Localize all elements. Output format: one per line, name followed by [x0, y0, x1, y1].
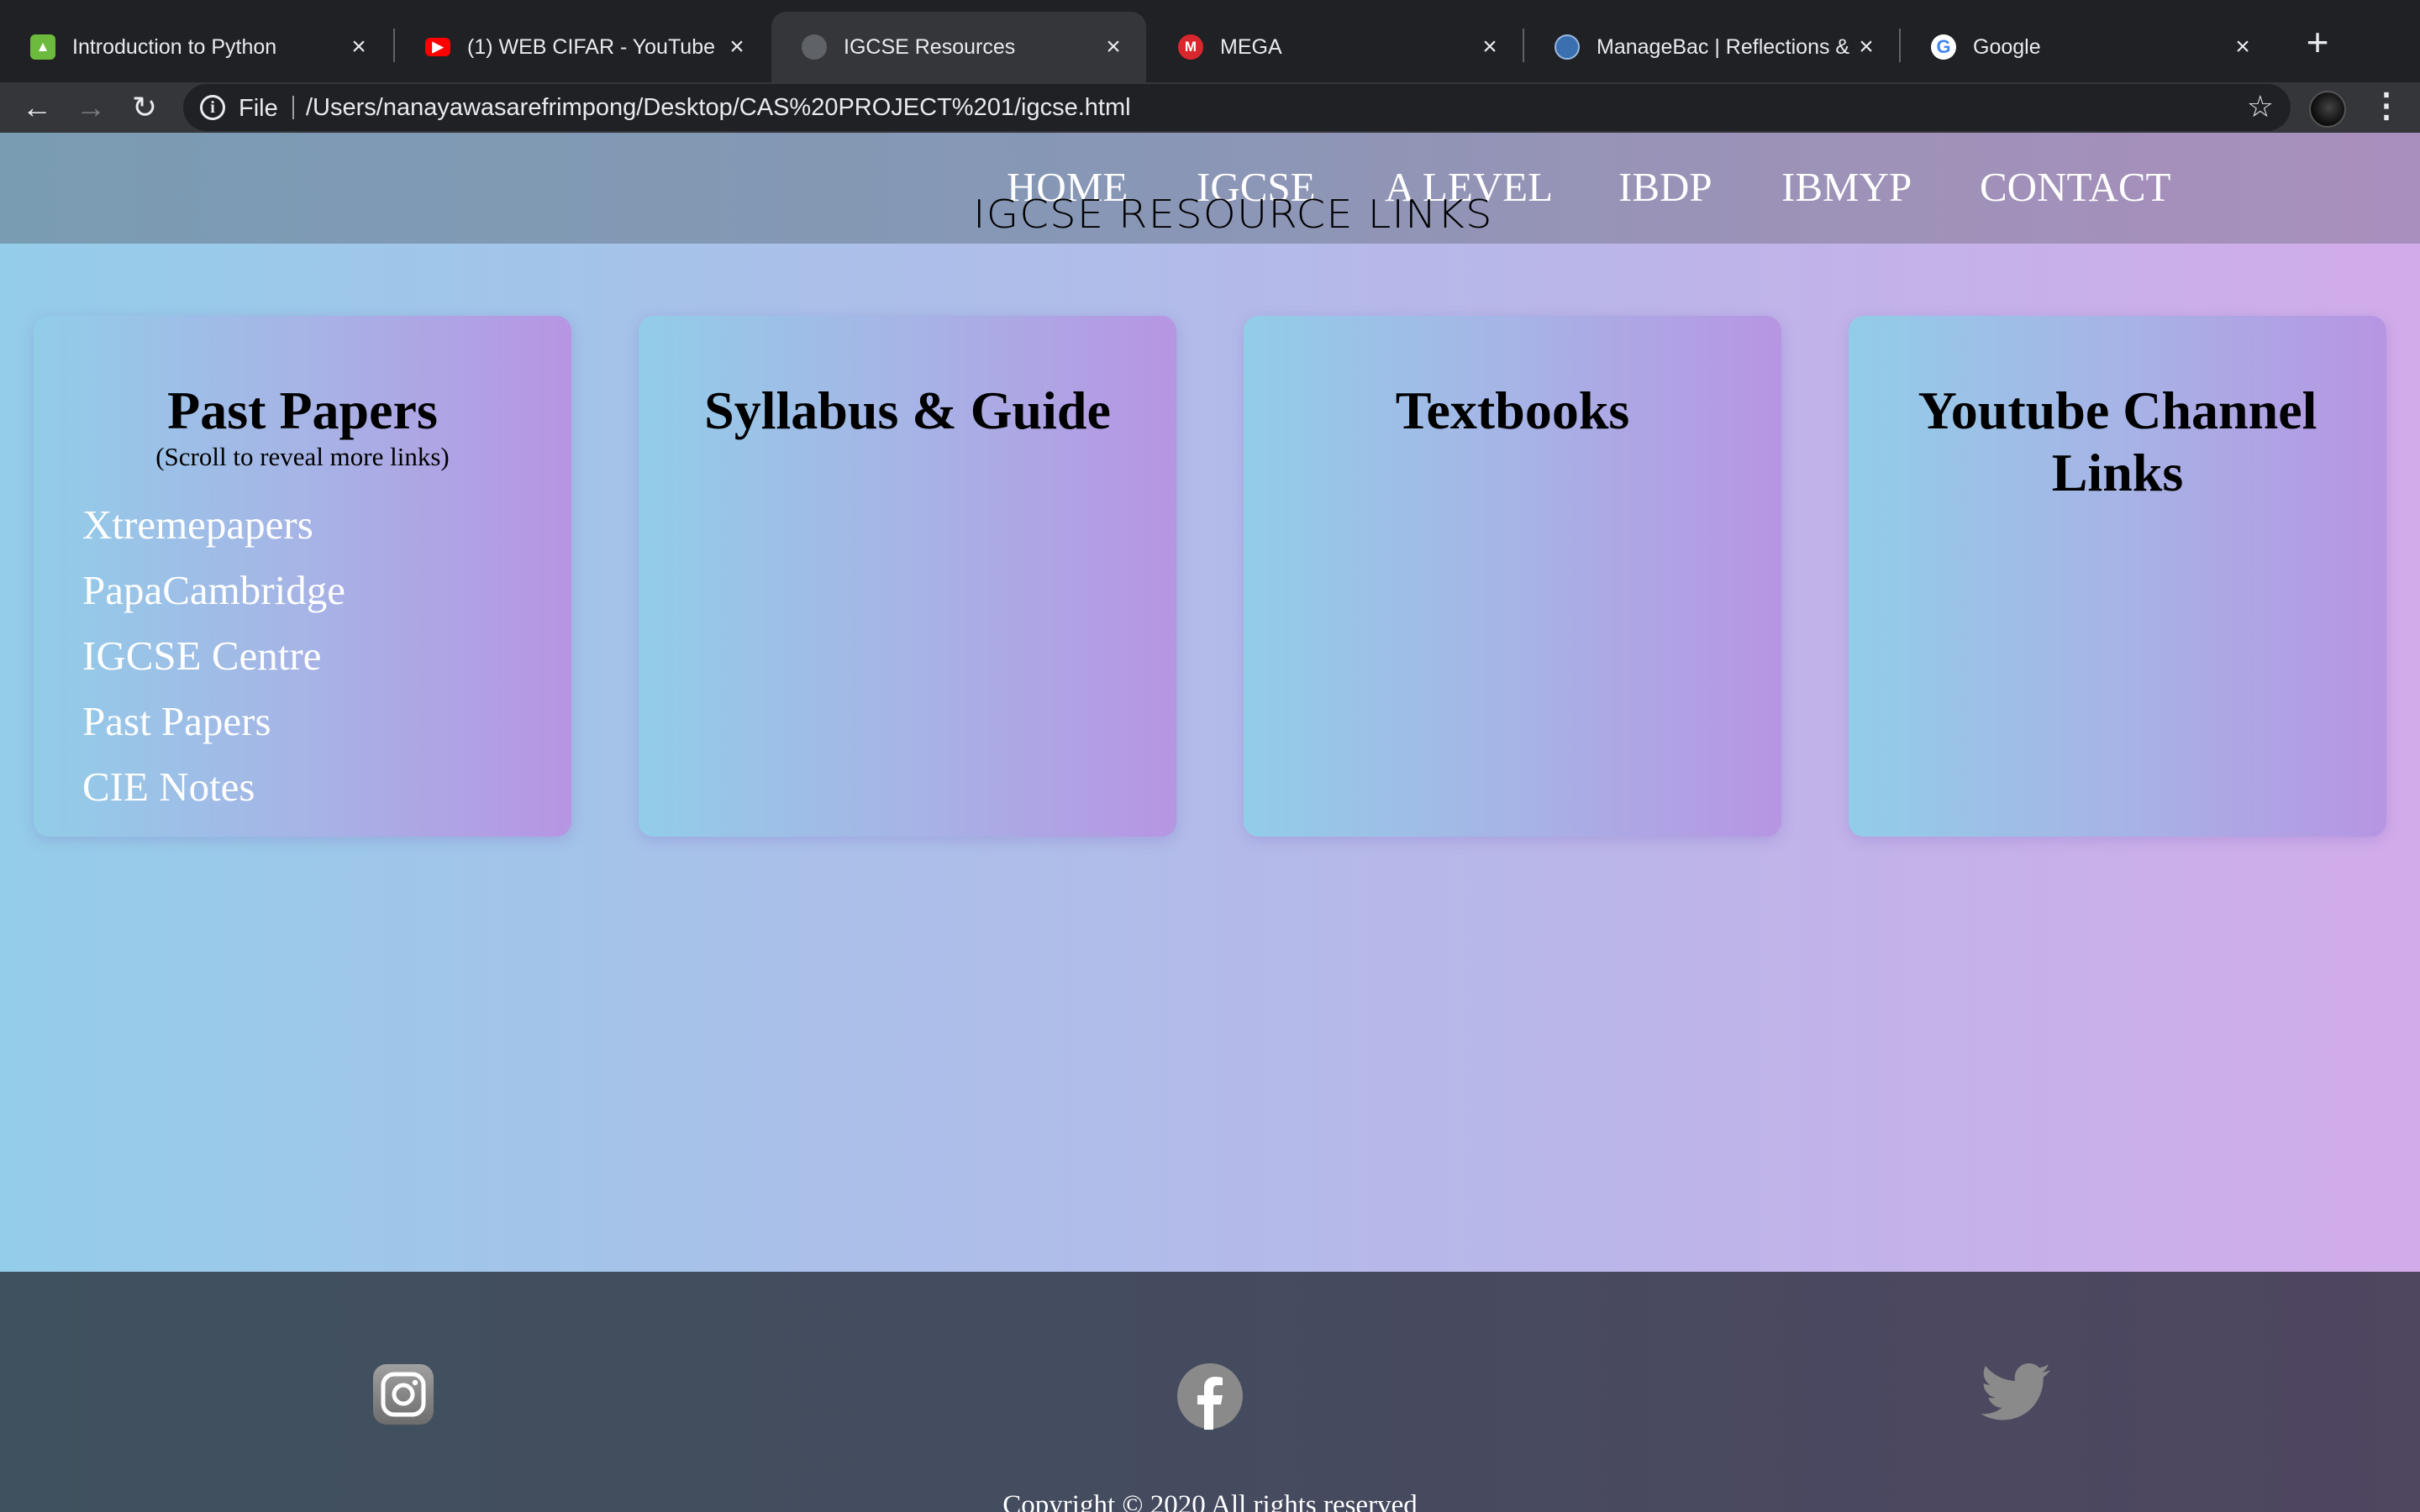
- reload-icon[interactable]: ↻: [119, 82, 170, 133]
- tab-web-cifar-youtube[interactable]: ▶ (1) WEB CIFAR - YouTube ×: [395, 12, 770, 82]
- python-course-icon: ▲: [30, 34, 55, 60]
- nav-contact[interactable]: CONTACT: [1980, 163, 2170, 211]
- card-title: Syllabus & Guide: [704, 381, 1111, 440]
- bookmark-star-icon[interactable]: ☆: [2247, 89, 2274, 124]
- browser-toolbar: ← → ↻ i File /Users/nanayawasarefrimpong…: [0, 82, 2420, 133]
- back-arrow-icon[interactable]: ←: [12, 82, 62, 133]
- card-past-papers: Past Papers (Scroll to reveal more links…: [34, 316, 571, 837]
- tab-title: IGCSE Resources: [844, 34, 1016, 59]
- tab-google[interactable]: G Google ×: [1901, 12, 2275, 82]
- tab-igcse-resources[interactable]: IGCSE Resources ×: [771, 12, 1146, 82]
- link-xtremepapers[interactable]: Xtremepapers: [82, 501, 313, 549]
- url-text[interactable]: /Users/nanayawasarefrimpong/Desktop/CAS%…: [306, 94, 1131, 122]
- youtube-icon: ▶: [425, 38, 450, 56]
- globe-icon: [802, 34, 827, 60]
- tab-title: MEGA: [1220, 34, 1282, 59]
- twitter-icon[interactable]: [1981, 1362, 2052, 1427]
- tab-title: Google: [1973, 34, 2041, 59]
- link-past-papers[interactable]: Past Papers: [82, 697, 271, 745]
- instagram-icon[interactable]: [371, 1362, 435, 1431]
- tab-managebac[interactable]: ManageBac | Reflections & E ×: [1524, 12, 1899, 82]
- new-tab-button[interactable]: +: [2294, 20, 2341, 67]
- forward-arrow-icon[interactable]: →: [66, 82, 116, 133]
- site-info-icon[interactable]: i: [200, 95, 225, 120]
- card-title: Textbooks: [1395, 381, 1630, 440]
- close-icon[interactable]: ×: [2230, 33, 2255, 61]
- card-title: Past Papers: [167, 381, 438, 440]
- site-header: HOME IGCSE A LEVEL IBDP IBMYP CONTACT IG…: [0, 133, 2420, 244]
- close-icon[interactable]: ×: [1854, 33, 1879, 61]
- close-icon[interactable]: ×: [346, 33, 371, 61]
- tab-introduction-to-python[interactable]: ▲ Introduction to Python ×: [0, 12, 392, 82]
- tab-title: ManageBac | Reflections & E: [1597, 34, 1854, 59]
- profile-avatar[interactable]: [2309, 91, 2346, 128]
- address-bar[interactable]: i File /Users/nanayawasarefrimpong/Deskt…: [183, 84, 2291, 131]
- managebac-icon: [1555, 34, 1580, 60]
- card-textbooks: Textbooks: [1244, 316, 1781, 837]
- card-title: Youtube Channel Links: [1918, 381, 2317, 502]
- scheme-label: File: [239, 95, 278, 122]
- tab-title: (1) WEB CIFAR - YouTube: [467, 34, 716, 59]
- google-icon: G: [1931, 34, 1956, 60]
- card-subtitle: (Scroll to reveal more links): [155, 442, 450, 471]
- link-papacambridge[interactable]: PapaCambridge: [82, 566, 345, 614]
- card-syllabus-guide: Syllabus & Guide: [639, 316, 1176, 837]
- link-igcse-centre[interactable]: IGCSE Centre: [82, 632, 321, 680]
- facebook-icon[interactable]: [1176, 1362, 1244, 1434]
- close-icon[interactable]: ×: [1101, 33, 1126, 61]
- tab-title: Introduction to Python: [72, 34, 277, 59]
- nav-ibmyp[interactable]: IBMYP: [1781, 163, 1912, 211]
- close-icon[interactable]: ×: [1477, 33, 1502, 61]
- nav-ibdp[interactable]: IBDP: [1618, 163, 1712, 211]
- copyright-text: Copyright © 2020 All rights reserved: [1002, 1490, 1418, 1512]
- address-separator: [292, 96, 294, 119]
- card-youtube-channel-links: Youtube Channel Links: [1849, 316, 2386, 837]
- web-page: HOME IGCSE A LEVEL IBDP IBMYP CONTACT IG…: [0, 133, 2420, 1512]
- browser-tab-strip: ▲ Introduction to Python × ▶ (1) WEB CIF…: [0, 0, 2420, 82]
- tab-mega[interactable]: M MEGA ×: [1148, 12, 1523, 82]
- mega-icon: M: [1178, 34, 1203, 60]
- browser-menu-icon[interactable]: ⋮: [2370, 82, 2403, 133]
- page-title: IGCSE RESOURCE LINKS: [973, 192, 1493, 237]
- close-icon[interactable]: ×: [724, 33, 750, 61]
- link-cie-notes[interactable]: CIE Notes: [82, 763, 255, 811]
